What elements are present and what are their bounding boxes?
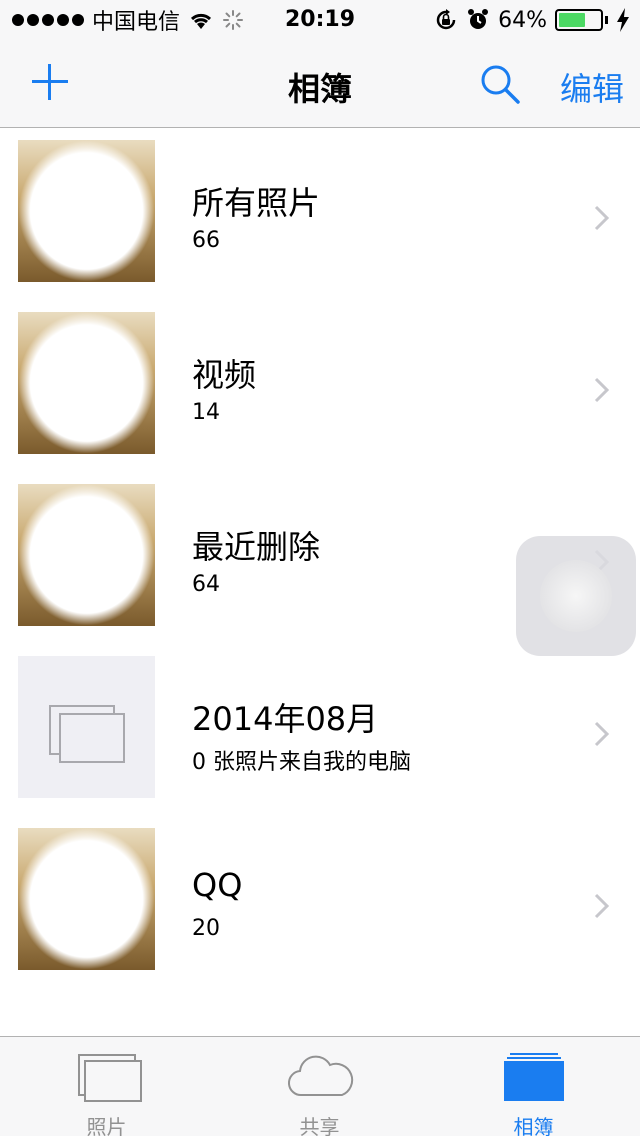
album-count: 64 (192, 572, 220, 597)
tab-label: 共享 (299, 1115, 340, 1136)
album-title: QQ (192, 866, 243, 904)
battery-percent: 64% (498, 7, 547, 33)
tab-bar: 照片 共享 相簿 (0, 1036, 640, 1136)
tab-albums[interactable]: 相簿 (427, 1037, 640, 1136)
album-thumbnail (18, 140, 155, 282)
cloud-icon (287, 1055, 353, 1097)
albums-icon (503, 1053, 564, 1101)
status-bar: 中国电信 20:19 64% (0, 0, 640, 40)
battery-icon (555, 9, 603, 31)
signal-strength-icon (12, 14, 84, 26)
chevron-right-icon (594, 377, 610, 403)
wifi-icon (190, 13, 212, 29)
album-thumbnail (18, 656, 155, 798)
assistive-touch-button[interactable] (516, 536, 636, 656)
charging-bolt-icon (617, 8, 629, 32)
album-row-videos[interactable]: 视频 14 (0, 302, 640, 474)
album-title: 所有照片 (192, 184, 321, 222)
album-title: 2014年08月 (192, 700, 379, 738)
chevron-right-icon (594, 893, 610, 919)
album-row-qq[interactable]: QQ 20 (0, 818, 640, 990)
assistive-touch-inner (540, 560, 612, 632)
empty-album-icon (49, 705, 125, 763)
chevron-right-icon (594, 721, 610, 747)
battery-tip (605, 16, 608, 24)
nav-bar: 相簿 编辑 (0, 40, 640, 128)
page-title: 相簿 (287, 70, 352, 108)
status-right: 64% (434, 0, 630, 40)
album-thumbnail (18, 828, 155, 970)
search-icon[interactable] (478, 62, 522, 106)
album-count: 20 (192, 916, 220, 941)
photos-icon (77, 1054, 142, 1102)
album-thumbnail (18, 312, 155, 454)
album-title: 最近删除 (192, 528, 321, 566)
tab-label: 照片 (86, 1115, 127, 1136)
album-count: 66 (192, 228, 220, 253)
album-thumbnail (18, 484, 155, 626)
album-count: 14 (192, 400, 220, 425)
album-title: 视频 (192, 356, 257, 394)
chevron-right-icon (594, 205, 610, 231)
status-left: 中国电信 (12, 0, 244, 40)
edit-button[interactable]: 编辑 (560, 64, 624, 110)
activity-spinner-icon (223, 10, 244, 30)
orientation-lock-icon (436, 9, 456, 30)
album-row-all-photos[interactable]: 所有照片 66 (0, 130, 640, 302)
album-count: 0 张照片来自我的电脑 (192, 750, 411, 775)
tab-photos[interactable]: 照片 (0, 1037, 213, 1136)
carrier-label: 中国电信 (92, 10, 181, 35)
alarm-icon (468, 9, 489, 29)
tab-shared[interactable]: 共享 (213, 1037, 426, 1136)
tab-label: 相簿 (513, 1115, 554, 1136)
album-row-2014-08[interactable]: 2014年08月 0 张照片来自我的电脑 (0, 646, 640, 818)
